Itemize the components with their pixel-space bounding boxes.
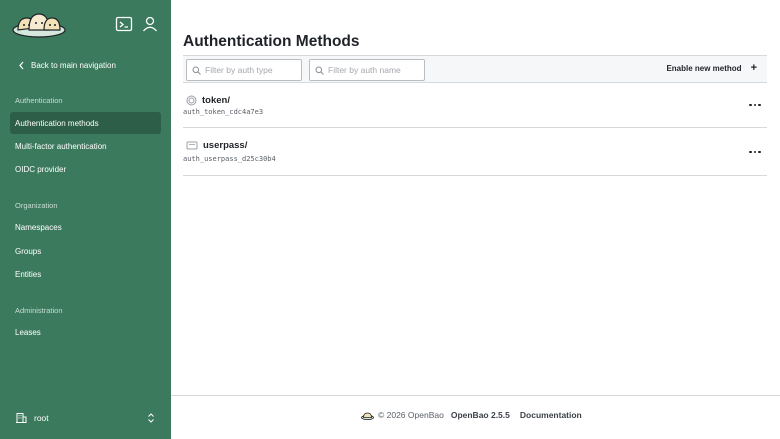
search-icon [315, 66, 324, 75]
token-icon [186, 95, 197, 106]
plus-icon: + [750, 62, 757, 74]
auth-method-row-token[interactable]: token/ auth_token_cdc4a7e3 [183, 83, 767, 128]
openbao-logo[interactable] [12, 10, 66, 38]
back-to-main-link[interactable]: Back to main navigation [18, 59, 116, 71]
filter-toolbar: Enable new method + [183, 55, 767, 83]
userpass-icon [186, 141, 198, 150]
auth-method-path[interactable]: userpass/ [203, 140, 247, 151]
filter-auth-type[interactable] [186, 59, 302, 81]
sidebar-item-oidc-provider[interactable]: OIDC provider [10, 158, 161, 180]
user-icon[interactable] [141, 15, 159, 33]
more-actions-icon[interactable] [749, 148, 761, 156]
more-actions-icon[interactable] [749, 101, 761, 109]
enable-new-method-label: Enable new method [666, 63, 742, 73]
documentation-link[interactable]: Documentation [520, 410, 582, 420]
auth-method-path[interactable]: token/ [202, 95, 230, 106]
page-title: Authentication Methods [183, 33, 360, 50]
sidebar-item-authentication-methods[interactable]: Authentication methods [10, 112, 161, 134]
footer: © 2026 OpenBao OpenBao 2.5.5 Documentati… [171, 395, 780, 439]
openbao-logo-small [361, 412, 374, 420]
sidebar-item-namespaces[interactable]: Namespaces [10, 216, 161, 238]
section-label-organization: Organization [15, 201, 58, 210]
copyright-text: © 2026 OpenBao [378, 410, 444, 420]
version-link[interactable]: OpenBao 2.5.5 [451, 410, 510, 420]
section-label-authentication: Authentication [15, 96, 63, 105]
sidebar-item-mfa[interactable]: Multi-factor authentication [10, 135, 161, 157]
namespace-switcher[interactable]: root [15, 408, 155, 428]
sidebar-item-leases[interactable]: Leases [10, 321, 161, 343]
sidebar-item-groups[interactable]: Groups [10, 240, 161, 262]
back-link-label: Back to main navigation [31, 60, 116, 70]
auth-method-row-userpass[interactable]: userpass/ auth_userpass_d25c30b4 [183, 128, 767, 176]
search-icon [192, 66, 201, 75]
sidebar-item-entities[interactable]: Entities [10, 263, 161, 285]
filter-auth-name-input[interactable] [328, 65, 418, 75]
sidebar: Back to main navigation Authentication A… [0, 0, 171, 439]
namespace-name: root [34, 413, 49, 423]
auth-method-accessor: auth_userpass_d25c30b4 [183, 155, 276, 163]
terminal-icon[interactable] [115, 15, 133, 33]
enable-new-method-button[interactable]: Enable new method + [666, 62, 757, 74]
section-label-administration: Administration [15, 306, 63, 315]
filter-auth-name[interactable] [309, 59, 425, 81]
chevron-up-down-icon [147, 413, 155, 423]
building-icon [15, 412, 27, 424]
filter-auth-type-input[interactable] [205, 65, 295, 75]
auth-method-accessor: auth_token_cdc4a7e3 [183, 108, 264, 116]
chevron-left-icon [19, 61, 24, 69]
